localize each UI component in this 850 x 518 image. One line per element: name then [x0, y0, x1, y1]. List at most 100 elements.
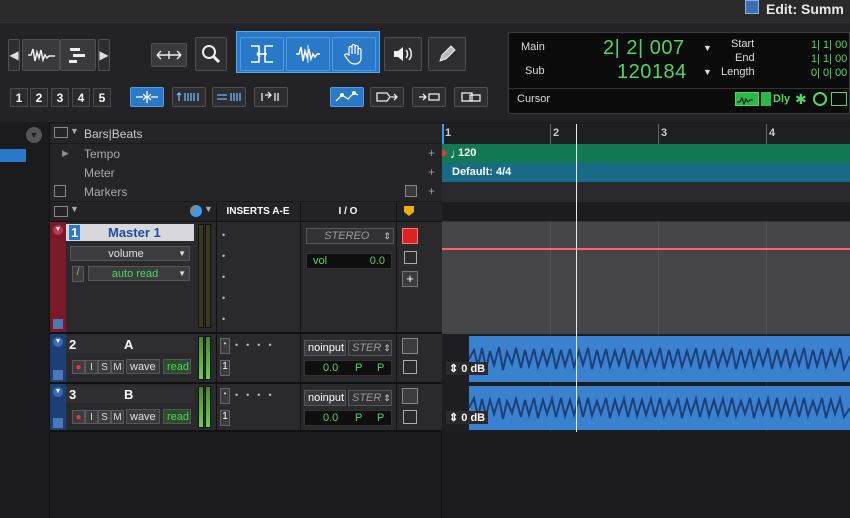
main-counter-value[interactable]: 2| 2| 007	[603, 37, 685, 60]
volume-value[interactable]: 0.0	[323, 362, 338, 374]
insert-slots-b-e[interactable]: ••••	[235, 340, 280, 350]
tempo-marker-icon[interactable]	[442, 149, 448, 157]
waveform-zoom-icon[interactable]	[22, 39, 60, 71]
clip-gain-a[interactable]: ⇕ 0 dB	[446, 362, 489, 375]
track-name-field[interactable]: 3 B	[66, 386, 194, 403]
output-window-icon[interactable]	[402, 228, 418, 244]
markers-list-icon[interactable]	[54, 185, 66, 197]
end-value[interactable]: 1| 1| 00	[811, 53, 847, 65]
bars-beats-ruler[interactable]: 1 2 3 4	[442, 124, 850, 144]
meter-ruler[interactable]: Default: 4/4	[442, 163, 850, 183]
slip-mode-icon[interactable]	[212, 87, 246, 107]
markers-ruler[interactable]	[442, 182, 850, 202]
grid-preset-5[interactable]: 5	[93, 88, 111, 107]
metronome-icon[interactable]	[813, 92, 827, 106]
mirror-midi-icon[interactable]	[454, 87, 488, 107]
playhead-cursor[interactable]	[576, 124, 577, 432]
meter-ruler-header[interactable]: Meter +	[50, 163, 442, 183]
pan-left-value[interactable]: P	[355, 412, 362, 424]
nav-right-arrow-icon[interactable]: ▶	[98, 39, 110, 71]
ruler-dropdown-icon[interactable]: ▼	[70, 126, 79, 136]
insert-slot-d[interactable]: •	[222, 293, 294, 309]
track-resize-icon[interactable]	[53, 418, 63, 428]
automation-enable-icon[interactable]: /	[72, 266, 84, 282]
insert-slot-a[interactable]: •	[222, 230, 294, 246]
track-resize-icon[interactable]	[53, 319, 63, 329]
insert-slot-c[interactable]: •	[222, 272, 294, 288]
sub-counter-value[interactable]: 120184	[617, 61, 687, 84]
audio-clip-b[interactable]	[469, 386, 850, 430]
insert-slot-a[interactable]: •	[220, 388, 230, 404]
track-color-dropdown-icon[interactable]: ▼	[204, 204, 213, 214]
grid-preset-3[interactable]: 3	[51, 88, 69, 107]
input-select[interactable]: noinput	[304, 340, 346, 356]
track-options-dropdown-icon[interactable]: ▼	[70, 204, 79, 214]
midi-zoom-icon[interactable]	[60, 39, 96, 71]
add-lane-icon[interactable]: +	[402, 271, 418, 287]
automation-mode-select[interactable]: read	[163, 359, 191, 374]
audio-clip-a[interactable]	[469, 336, 850, 382]
output-window-icon[interactable]	[402, 388, 418, 404]
pencil-icon[interactable]	[428, 37, 466, 71]
grab-icon[interactable]	[332, 37, 376, 71]
input-select[interactable]: noinput	[304, 390, 346, 406]
grid-preset-1[interactable]: 1	[10, 88, 28, 107]
output-window-icon[interactable]	[402, 338, 418, 354]
input-monitor-button[interactable]: I	[85, 410, 98, 424]
automation-mode-select[interactable]: auto read ▼	[88, 266, 190, 281]
mute-button[interactable]: M	[111, 360, 124, 374]
pan-right-value[interactable]: P	[377, 412, 384, 424]
delay-compensation-icon[interactable]	[761, 92, 771, 106]
bars-beats-ruler-header[interactable]: ▼ Bars|Beats	[50, 124, 442, 144]
track-a[interactable]: ▼ 2 A ● I S M wave read • •••• 1 noinput…	[50, 334, 442, 384]
volume-readout[interactable]: vol 0.0	[306, 253, 392, 269]
track-menu-chevron-icon[interactable]: ▼	[53, 337, 63, 347]
meter-value[interactable]: Default: 4/4	[452, 166, 511, 178]
master-track-lane[interactable]	[442, 222, 850, 334]
timeline-empty-area[interactable]	[442, 432, 850, 518]
track-options-icon[interactable]	[54, 206, 68, 217]
track-view-select[interactable]: wave	[126, 409, 160, 424]
track-color-icon[interactable]	[190, 205, 202, 217]
sidebar-menu-chevron-icon[interactable]: ▼	[26, 127, 42, 143]
track-menu-chevron-icon[interactable]: ▼	[53, 225, 63, 235]
track-master[interactable]: ▼ 1 Master 1 volume ▼ / auto read ▼ • • …	[50, 222, 442, 334]
insert-slot-a[interactable]: •	[220, 338, 230, 354]
scrub-icon[interactable]	[384, 37, 422, 71]
track-view-select[interactable]: wave	[126, 359, 160, 374]
select-icon[interactable]	[286, 37, 330, 71]
io-column-label[interactable]: I / O	[302, 206, 394, 217]
main-counter-dropdown-icon[interactable]: ▼	[703, 43, 712, 53]
solo-button[interactable]: S	[98, 360, 111, 374]
tempo-value[interactable]: 120	[458, 147, 476, 159]
sub-counter-dropdown-icon[interactable]: ▼	[703, 67, 712, 77]
output-select[interactable]: STEREO ⇕	[306, 228, 394, 244]
record-enable-button[interactable]: ●	[72, 410, 85, 424]
markers-ruler-header[interactable]: Markers +	[50, 182, 442, 202]
selection-start-marker[interactable]	[442, 124, 444, 144]
automation-mode-select[interactable]: read	[163, 409, 191, 424]
solo-button[interactable]: S	[98, 410, 111, 424]
insert-slot-e[interactable]: •	[222, 314, 294, 330]
midi-input-icon[interactable]: ✱	[795, 92, 809, 106]
pre-post-roll-icon[interactable]	[735, 92, 759, 106]
grid-preset-4[interactable]: 4	[72, 88, 90, 107]
tempo-ruler-header[interactable]: ▶ Tempo +	[50, 144, 442, 164]
zoom-toggle-icon[interactable]	[151, 43, 187, 67]
track-name-field[interactable]: 2 A	[66, 336, 194, 353]
comments-shield-icon[interactable]	[404, 206, 414, 216]
wait-for-note-icon[interactable]	[831, 92, 847, 106]
record-enable-button[interactable]: ●	[72, 360, 85, 374]
tab-to-transient-icon[interactable]	[370, 87, 404, 107]
track-view-select[interactable]: volume ▼	[70, 246, 190, 261]
output-select[interactable]: STER ⇕	[348, 390, 392, 406]
link-selection-icon[interactable]	[330, 87, 364, 107]
nav-left-arrow-icon[interactable]: ◀	[8, 39, 20, 71]
sidebar-selected-item[interactable]	[0, 149, 26, 162]
comments-icon[interactable]	[403, 410, 417, 424]
zoom-icon[interactable]	[195, 37, 227, 71]
comments-icon[interactable]	[403, 360, 417, 374]
tempo-add-icon[interactable]: +	[428, 146, 435, 160]
ruler-view-icon[interactable]	[54, 127, 68, 138]
mute-button[interactable]: M	[111, 410, 124, 424]
